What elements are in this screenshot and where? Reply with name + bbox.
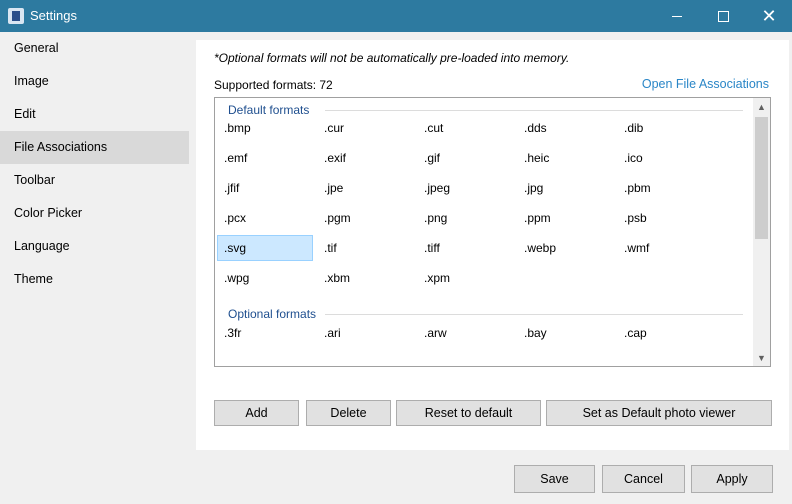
format-item[interactable]: .pbm [617,175,713,201]
format-item[interactable]: .heic [517,145,613,171]
format-item[interactable]: .jfif [217,175,313,201]
format-item[interactable]: .pcx [217,205,313,231]
sidebar-item-image[interactable]: Image [0,65,189,98]
default-formats-divider [325,110,743,111]
format-item[interactable]: .cut [417,115,513,141]
save-button[interactable]: Save [514,465,595,493]
format-item[interactable]: .wmf [617,235,713,261]
close-button[interactable]: ✕ [746,0,792,32]
format-item[interactable]: .xpm [417,265,513,291]
minimize-icon [672,15,682,17]
scroll-down-icon[interactable]: ▼ [753,349,770,366]
formats-list[interactable]: Default formats .bmp .cur .cut .dds .dib… [214,97,771,367]
format-item[interactable]: .ari [317,320,413,346]
cancel-button[interactable]: Cancel [602,465,685,493]
sidebar-item-language[interactable]: Language [0,230,189,263]
format-item[interactable]: .jpg [517,175,613,201]
add-button[interactable]: Add [214,400,299,426]
format-item[interactable]: .pgm [317,205,413,231]
file-associations-panel: *Optional formats will not be automatica… [196,40,789,450]
format-item[interactable]: .3fr [217,320,313,346]
format-item[interactable]: .png [417,205,513,231]
optional-formats-note: *Optional formats will not be automatica… [214,51,570,65]
format-item[interactable]: .wpg [217,265,313,291]
title-bar[interactable]: Settings ✕ [0,0,792,32]
maximize-button[interactable] [700,0,746,32]
format-item[interactable]: .xbm [317,265,413,291]
minimize-button[interactable] [654,0,700,32]
format-item[interactable]: .psb [617,205,713,231]
format-item[interactable]: .cap [617,320,713,346]
format-item[interactable]: .dib [617,115,713,141]
window-title: Settings [30,8,77,23]
format-item[interactable]: .cur [317,115,413,141]
format-item[interactable]: .exif [317,145,413,171]
format-item[interactable]: .tif [317,235,413,261]
scroll-up-icon[interactable]: ▲ [753,98,770,115]
format-item[interactable]: .bmp [217,115,313,141]
format-item[interactable]: .jpe [317,175,413,201]
set-default-photo-viewer-button[interactable]: Set as Default photo viewer [546,400,772,426]
reset-to-default-button[interactable]: Reset to default [396,400,541,426]
format-item[interactable]: .ico [617,145,713,171]
sidebar-item-general[interactable]: General [0,32,189,65]
format-item[interactable]: .arw [417,320,513,346]
sidebar-item-color-picker[interactable]: Color Picker [0,197,189,230]
close-icon: ✕ [761,6,777,26]
scroll-thumb[interactable] [755,117,768,239]
format-item[interactable]: .dds [517,115,613,141]
sidebar: General Image Edit File Associations Too… [0,32,196,504]
apply-button[interactable]: Apply [691,465,773,493]
optional-formats-divider [325,314,743,315]
format-item[interactable]: .tiff [417,235,513,261]
format-item[interactable]: .emf [217,145,313,171]
sidebar-item-edit[interactable]: Edit [0,98,189,131]
open-file-associations-link[interactable]: Open File Associations [642,77,769,91]
format-item[interactable]: .webp [517,235,613,261]
maximize-icon [717,10,729,22]
sidebar-item-toolbar[interactable]: Toolbar [0,164,189,197]
supported-formats-count: Supported formats: 72 [214,78,333,92]
format-item[interactable]: .bay [517,320,613,346]
format-item[interactable]: .jpeg [417,175,513,201]
sidebar-item-file-associations[interactable]: File Associations [0,131,189,164]
app-icon [8,8,24,24]
delete-button[interactable]: Delete [306,400,391,426]
format-item[interactable]: .ppm [517,205,613,231]
sidebar-item-theme[interactable]: Theme [0,263,189,296]
format-item[interactable]: .gif [417,145,513,171]
optional-formats-header: Optional formats [228,307,317,321]
list-scrollbar[interactable]: ▲ ▼ [753,98,770,366]
format-item-selected[interactable]: .svg [217,235,313,261]
